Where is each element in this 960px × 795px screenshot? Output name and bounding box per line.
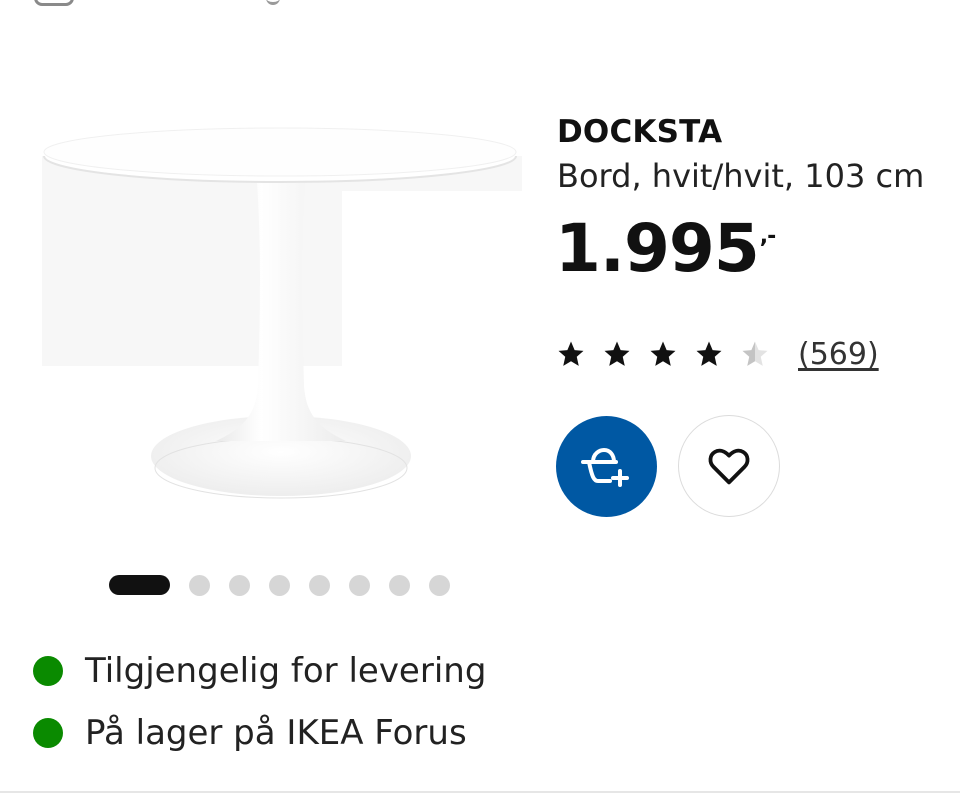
carousel-dot[interactable] [389,574,410,596]
star-icon [650,341,676,366]
add-to-cart-icon [580,447,629,487]
rating[interactable]: (569) [556,336,879,372]
product-description: Bord, hvit/hvit, 103 cm [557,157,925,195]
availability-delivery: Tilgjengelig for levering [33,640,486,702]
carousel-dot[interactable] [429,574,450,596]
checkbox[interactable] [34,0,74,6]
availability-text: Tilgjengelig for levering [85,651,487,691]
product-image[interactable] [36,96,530,526]
carousel-dot[interactable] [189,574,210,596]
product-name[interactable]: DOCKSTA [557,114,722,150]
star-icon [696,341,722,366]
carousel-dot-active[interactable] [109,575,170,595]
availability-list: Tilgjengelig for levering På lager på IK… [33,640,486,764]
status-dot [33,718,63,748]
availability-store[interactable]: På lager på IKEA Forus [33,702,486,764]
carousel-dot[interactable] [349,574,370,596]
cut-off-text [266,0,280,5]
status-dot [33,656,63,686]
divider [0,791,960,793]
favourite-button[interactable] [678,415,780,517]
add-to-cart-button[interactable] [556,416,657,517]
carousel-dot[interactable] [229,574,250,596]
price-suffix: ,- [759,224,776,249]
product-price: 1.995 ,- [555,210,776,287]
product-page: DOCKSTA Bord, hvit/hvit, 103 cm 1.995 ,-… [0,0,960,795]
star-icon [558,341,584,366]
image-carousel-indicator[interactable] [109,574,469,596]
availability-text: På lager på IKEA Forus [85,713,467,753]
carousel-dot[interactable] [309,574,330,596]
price-value: 1.995 [555,210,760,287]
carousel-dot[interactable] [269,574,290,596]
heart-icon [708,448,750,485]
review-count-link[interactable]: (569) [798,337,879,372]
star-half-icon [742,341,768,366]
star-icon [604,341,630,366]
